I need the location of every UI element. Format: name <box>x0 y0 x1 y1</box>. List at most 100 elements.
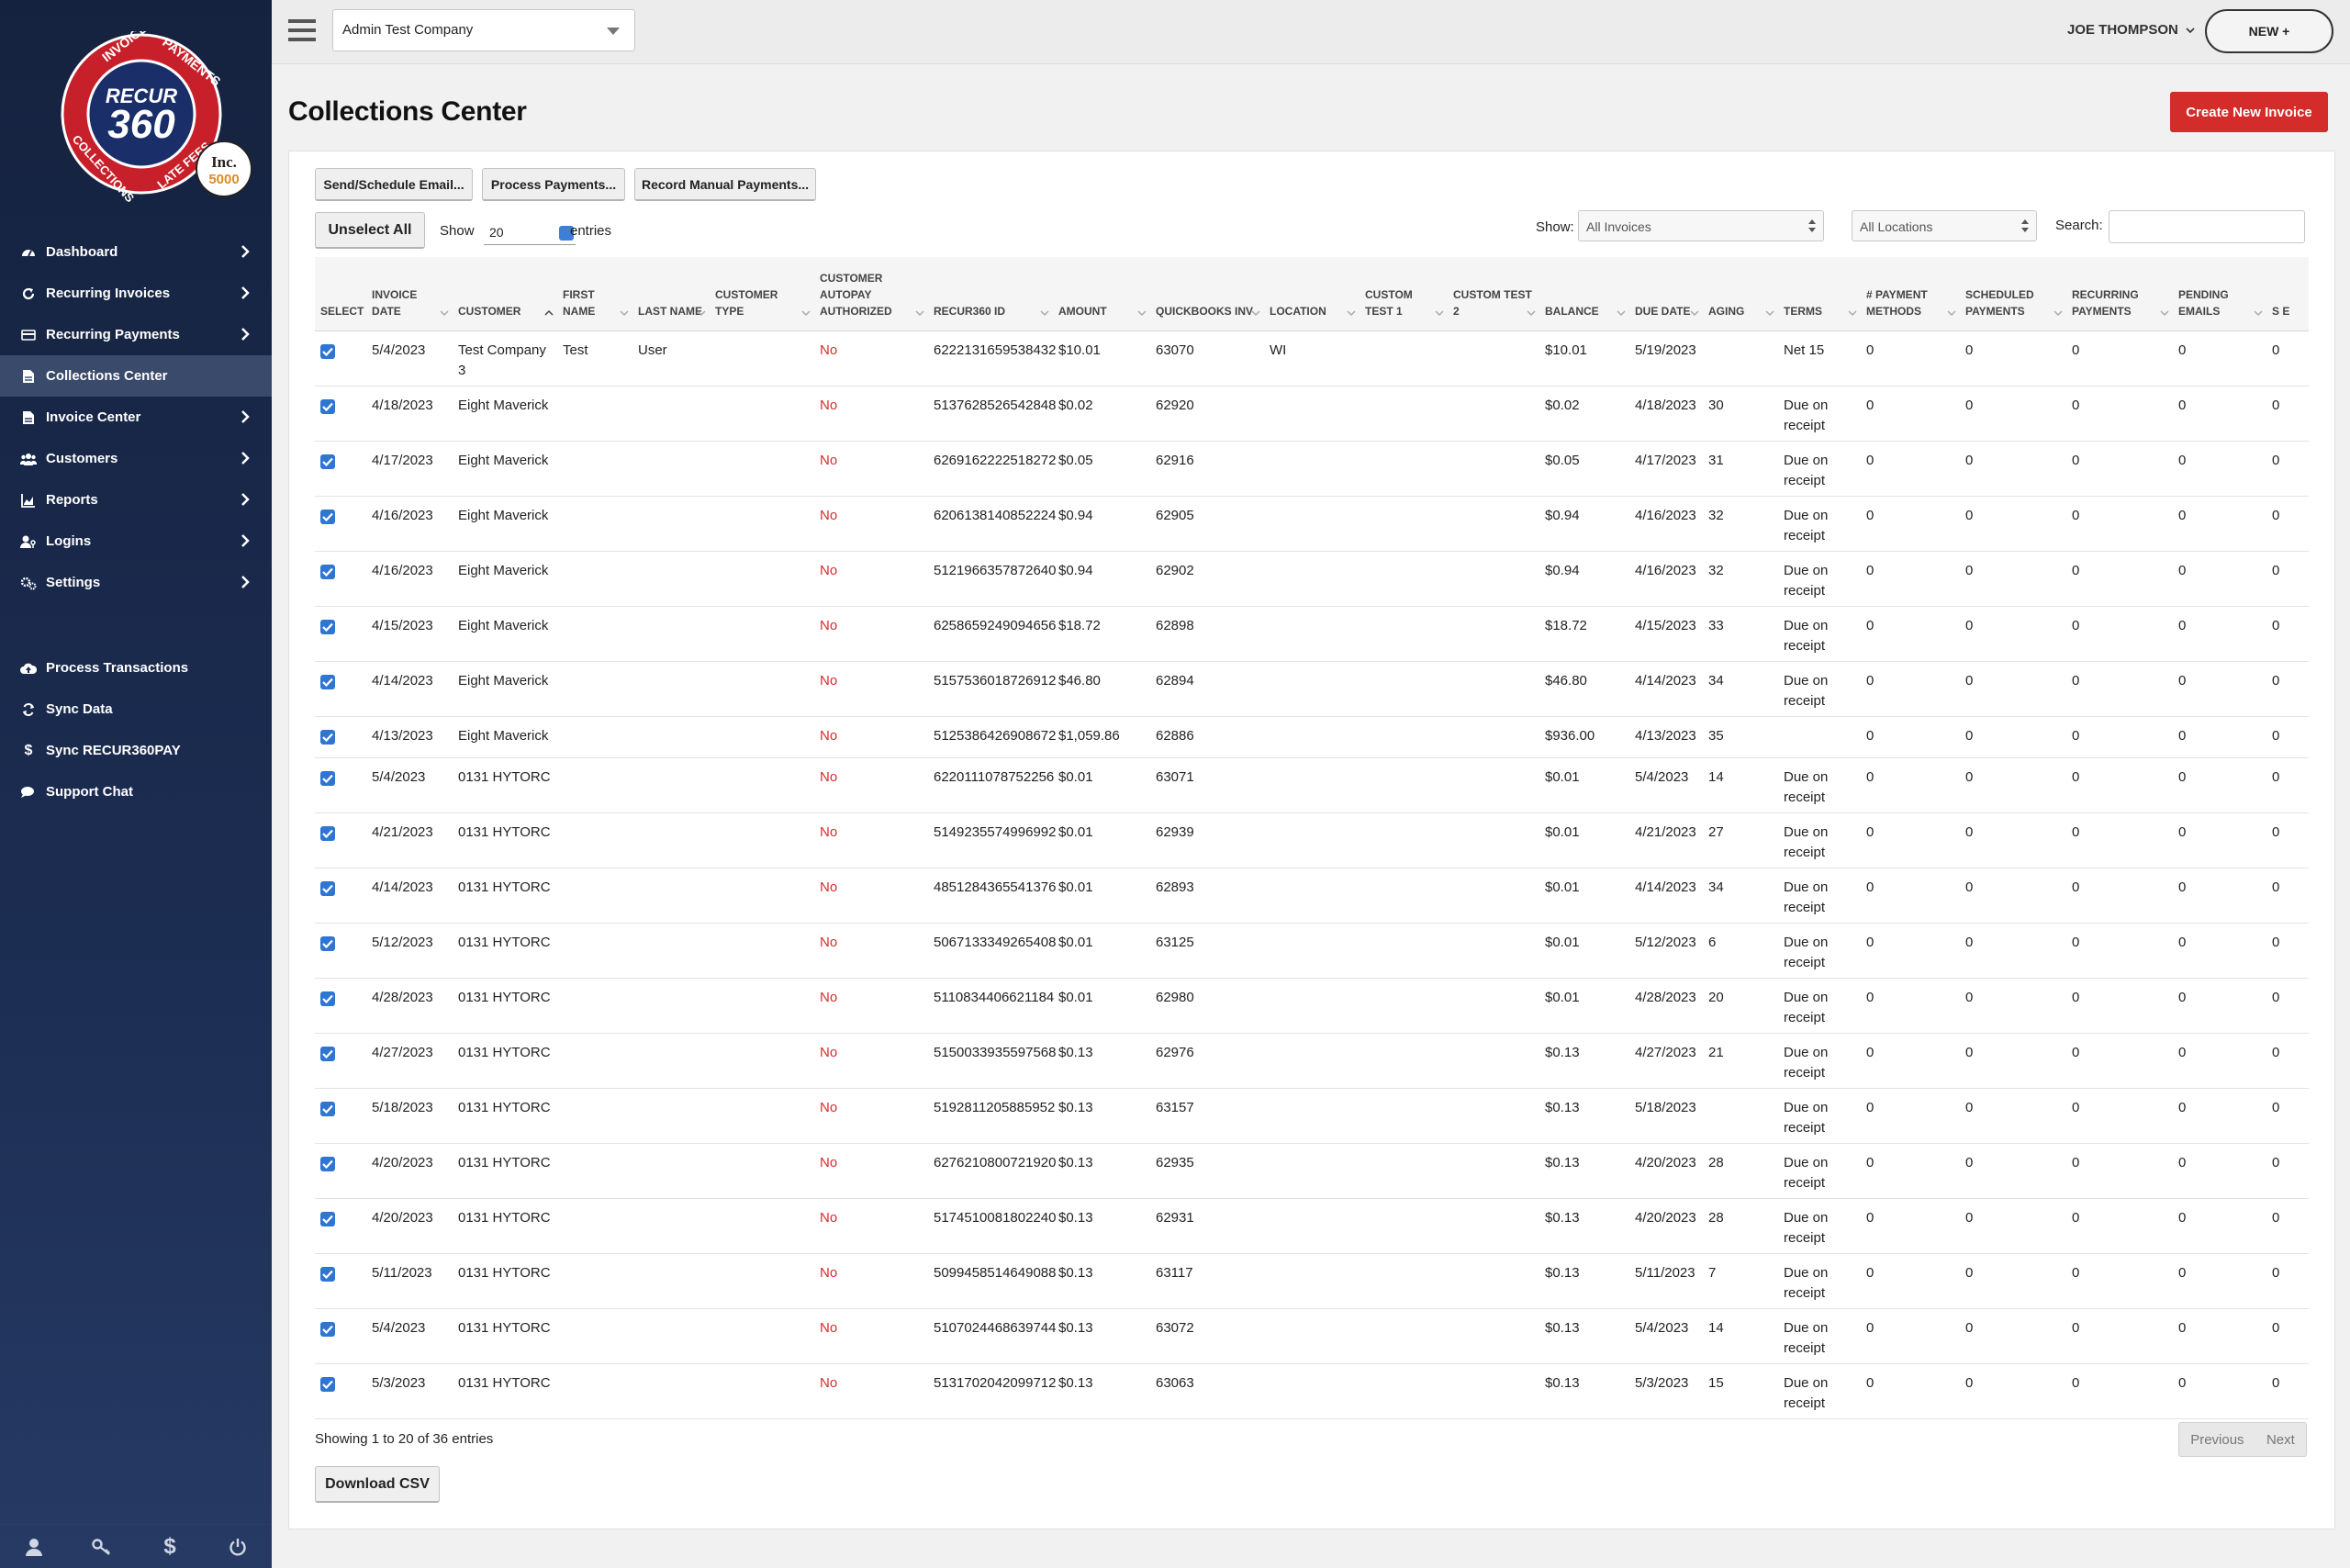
table-row[interactable]: 5/11/2023 0131 HYTORC No 5099458514649088 $0… <box>315 1253 2309 1309</box>
sidebar-item-support-chat[interactable]: Support Chat <box>0 771 272 812</box>
column-header[interactable]: CUSTOM TEST 1 <box>1360 257 1448 331</box>
row-checkbox[interactable] <box>320 935 335 951</box>
table-row[interactable]: 5/3/2023 0131 HYTORC No 5131702042099712 $0.… <box>315 1363 2309 1419</box>
cell-customer: Eight Maverick <box>453 606 557 662</box>
row-checkbox[interactable] <box>320 1321 335 1337</box>
row-checkbox[interactable] <box>320 1046 335 1061</box>
row-checkbox[interactable] <box>320 343 335 359</box>
row-checkbox[interactable] <box>320 825 335 841</box>
power-icon[interactable] <box>204 1525 272 1568</box>
unselect-all-button[interactable]: Unselect All <box>315 212 425 249</box>
column-header[interactable]: INVOICE DATE <box>366 257 453 331</box>
previous-page-button[interactable]: Previous <box>2190 1432 2244 1448</box>
record-manual-payments-button[interactable]: Record Manual Payments... <box>634 168 816 201</box>
dollar-icon[interactable]: $ <box>136 1525 204 1568</box>
table-row[interactable]: 4/17/2023 Eight Maverick No 626916222251827… <box>315 441 2309 497</box>
column-header[interactable]: QUICKBOOKS INV <box>1150 257 1264 331</box>
row-checkbox[interactable] <box>320 564 335 579</box>
download-csv-button[interactable]: Download CSV <box>315 1466 440 1503</box>
column-header[interactable]: SCHEDULED PAYMENTS <box>1960 257 2066 331</box>
column-header[interactable]: CUSTOMER <box>453 257 557 331</box>
new-button[interactable]: NEW + <box>2205 9 2333 53</box>
recur360-logo[interactable]: RECUR 360 INVOICES PAYMENTS LATE FEES CO… <box>59 31 261 206</box>
location-filter-select[interactable]: All Locations <box>1852 210 2037 241</box>
table-row[interactable]: 4/20/2023 0131 HYTORC No 5174510081802240 $0… <box>315 1198 2309 1254</box>
row-checkbox[interactable] <box>320 729 335 745</box>
sidebar-item-collections-center[interactable]: Collections Center <box>0 355 272 397</box>
table-row[interactable]: 4/15/2023 Eight Maverick No 625865924909465… <box>315 606 2309 662</box>
cell-se: 0 <box>2266 923 2309 979</box>
table-row[interactable]: 4/27/2023 0131 HYTORC No 5150033935597568 $0… <box>315 1033 2309 1089</box>
sidebar-item-logins[interactable]: Logins <box>0 521 272 562</box>
row-checkbox[interactable] <box>320 880 335 896</box>
table-row[interactable]: 4/28/2023 0131 HYTORC No 5110834406621184 $0… <box>315 978 2309 1034</box>
column-header[interactable]: CUSTOM TEST 2 <box>1448 257 1539 331</box>
column-header[interactable]: AMOUNT <box>1053 257 1150 331</box>
column-header[interactable]: # PAYMENT METHODS <box>1861 257 1960 331</box>
sidebar-item-process-transactions[interactable]: Process Transactions <box>0 647 272 689</box>
sidebar-item-sync-recur360pay[interactable]: $ Sync RECUR360PAY <box>0 730 272 771</box>
row-checkbox[interactable] <box>320 1376 335 1392</box>
entries-per-page-select[interactable]: 20 <box>484 221 576 245</box>
column-header[interactable]: AGING <box>1703 257 1778 331</box>
table-row[interactable]: 5/12/2023 0131 HYTORC No 5067133349265408 $0… <box>315 923 2309 979</box>
row-checkbox[interactable] <box>320 674 335 689</box>
sidebar-item-settings[interactable]: Settings <box>0 562 272 603</box>
cell-ctype <box>710 661 814 717</box>
column-header[interactable]: TERMS <box>1778 257 1861 331</box>
company-select[interactable]: Admin Test Company <box>332 9 635 51</box>
row-checkbox[interactable] <box>320 1156 335 1171</box>
table-row[interactable]: 4/14/2023 Eight Maverick No 515753601872691… <box>315 661 2309 717</box>
sidebar-item-recurring-invoices[interactable]: Recurring Invoices <box>0 273 272 314</box>
row-checkbox[interactable] <box>320 1101 335 1116</box>
user-menu[interactable]: JOE THOMPSON <box>2067 22 2195 38</box>
user-icon[interactable] <box>0 1525 68 1568</box>
sidebar-item-reports[interactable]: Reports <box>0 479 272 521</box>
column-header[interactable]: CUSTOMER TYPE <box>710 257 814 331</box>
row-checkbox[interactable] <box>320 509 335 524</box>
send-schedule-email-button[interactable]: Send/Schedule Email... <box>315 168 473 201</box>
row-checkbox[interactable] <box>320 1266 335 1282</box>
column-header[interactable]: BALANCE <box>1539 257 1629 331</box>
next-page-button[interactable]: Next <box>2266 1432 2295 1448</box>
sidebar-item-dashboard[interactable]: Dashboard <box>0 231 272 273</box>
table-row[interactable]: 5/4/2023 0131 HYTORC No 6220111078752256 $0.… <box>315 757 2309 813</box>
table-row[interactable]: 4/16/2023 Eight Maverick No 620613814085222… <box>315 496 2309 552</box>
sidebar-item-sync-data[interactable]: Sync Data <box>0 689 272 730</box>
column-header[interactable]: LAST NAME <box>632 257 710 331</box>
table-row[interactable]: 4/18/2023 Eight Maverick No 513762852654284… <box>315 386 2309 442</box>
table-row[interactable]: 5/4/2023 0131 HYTORC No 5107024468639744 $0.… <box>315 1308 2309 1364</box>
column-header[interactable]: RECURRING PAYMENTS <box>2066 257 2173 331</box>
column-header[interactable]: S E <box>2266 257 2309 331</box>
table-row[interactable]: 4/13/2023 Eight Maverick No 512538642690867… <box>315 716 2309 758</box>
invoice-filter-select[interactable]: All Invoices <box>1578 210 1824 241</box>
table-row[interactable]: 4/16/2023 Eight Maverick No 512196635787264… <box>315 551 2309 607</box>
cell-terms: Due on receipt <box>1778 812 1861 868</box>
row-checkbox[interactable] <box>320 770 335 786</box>
column-header[interactable]: LOCATION <box>1264 257 1360 331</box>
hamburger-menu-icon[interactable] <box>288 18 316 42</box>
sidebar-item-customers[interactable]: Customers <box>0 438 272 479</box>
column-header[interactable]: RECUR360 ID <box>928 257 1053 331</box>
row-checkbox[interactable] <box>320 1211 335 1226</box>
table-row[interactable]: 5/18/2023 0131 HYTORC No 5192811205885952 $0… <box>315 1088 2309 1144</box>
table-row[interactable]: 5/4/2023 Test Company 3 Test User No 62221316… <box>315 330 2309 386</box>
table-row[interactable]: 4/20/2023 0131 HYTORC No 6276210800721920 $0… <box>315 1143 2309 1199</box>
create-new-invoice-button[interactable]: Create New Invoice <box>2170 92 2328 132</box>
process-payments-button[interactable]: Process Payments... <box>482 168 625 201</box>
row-checkbox[interactable] <box>320 398 335 414</box>
sidebar-item-recurring-payments[interactable]: Recurring Payments <box>0 314 272 355</box>
row-checkbox[interactable] <box>320 991 335 1006</box>
row-checkbox[interactable] <box>320 454 335 469</box>
column-header[interactable]: PENDING EMAILS <box>2173 257 2266 331</box>
search-input[interactable] <box>2109 210 2305 243</box>
column-header[interactable]: CUSTOMER AUTOPAY AUTHORIZED <box>814 257 928 331</box>
column-header[interactable]: DUE DATE <box>1629 257 1703 331</box>
sidebar-item-invoice-center[interactable]: Invoice Center <box>0 397 272 438</box>
key-icon[interactable] <box>68 1525 136 1568</box>
row-checkbox[interactable] <box>320 619 335 634</box>
column-header[interactable]: SELECT <box>315 257 366 331</box>
table-row[interactable]: 4/21/2023 0131 HYTORC No 5149235574996992 $0… <box>315 812 2309 868</box>
column-header[interactable]: FIRST NAME <box>557 257 632 331</box>
table-row[interactable]: 4/14/2023 0131 HYTORC No 4851284365541376 $0… <box>315 868 2309 924</box>
